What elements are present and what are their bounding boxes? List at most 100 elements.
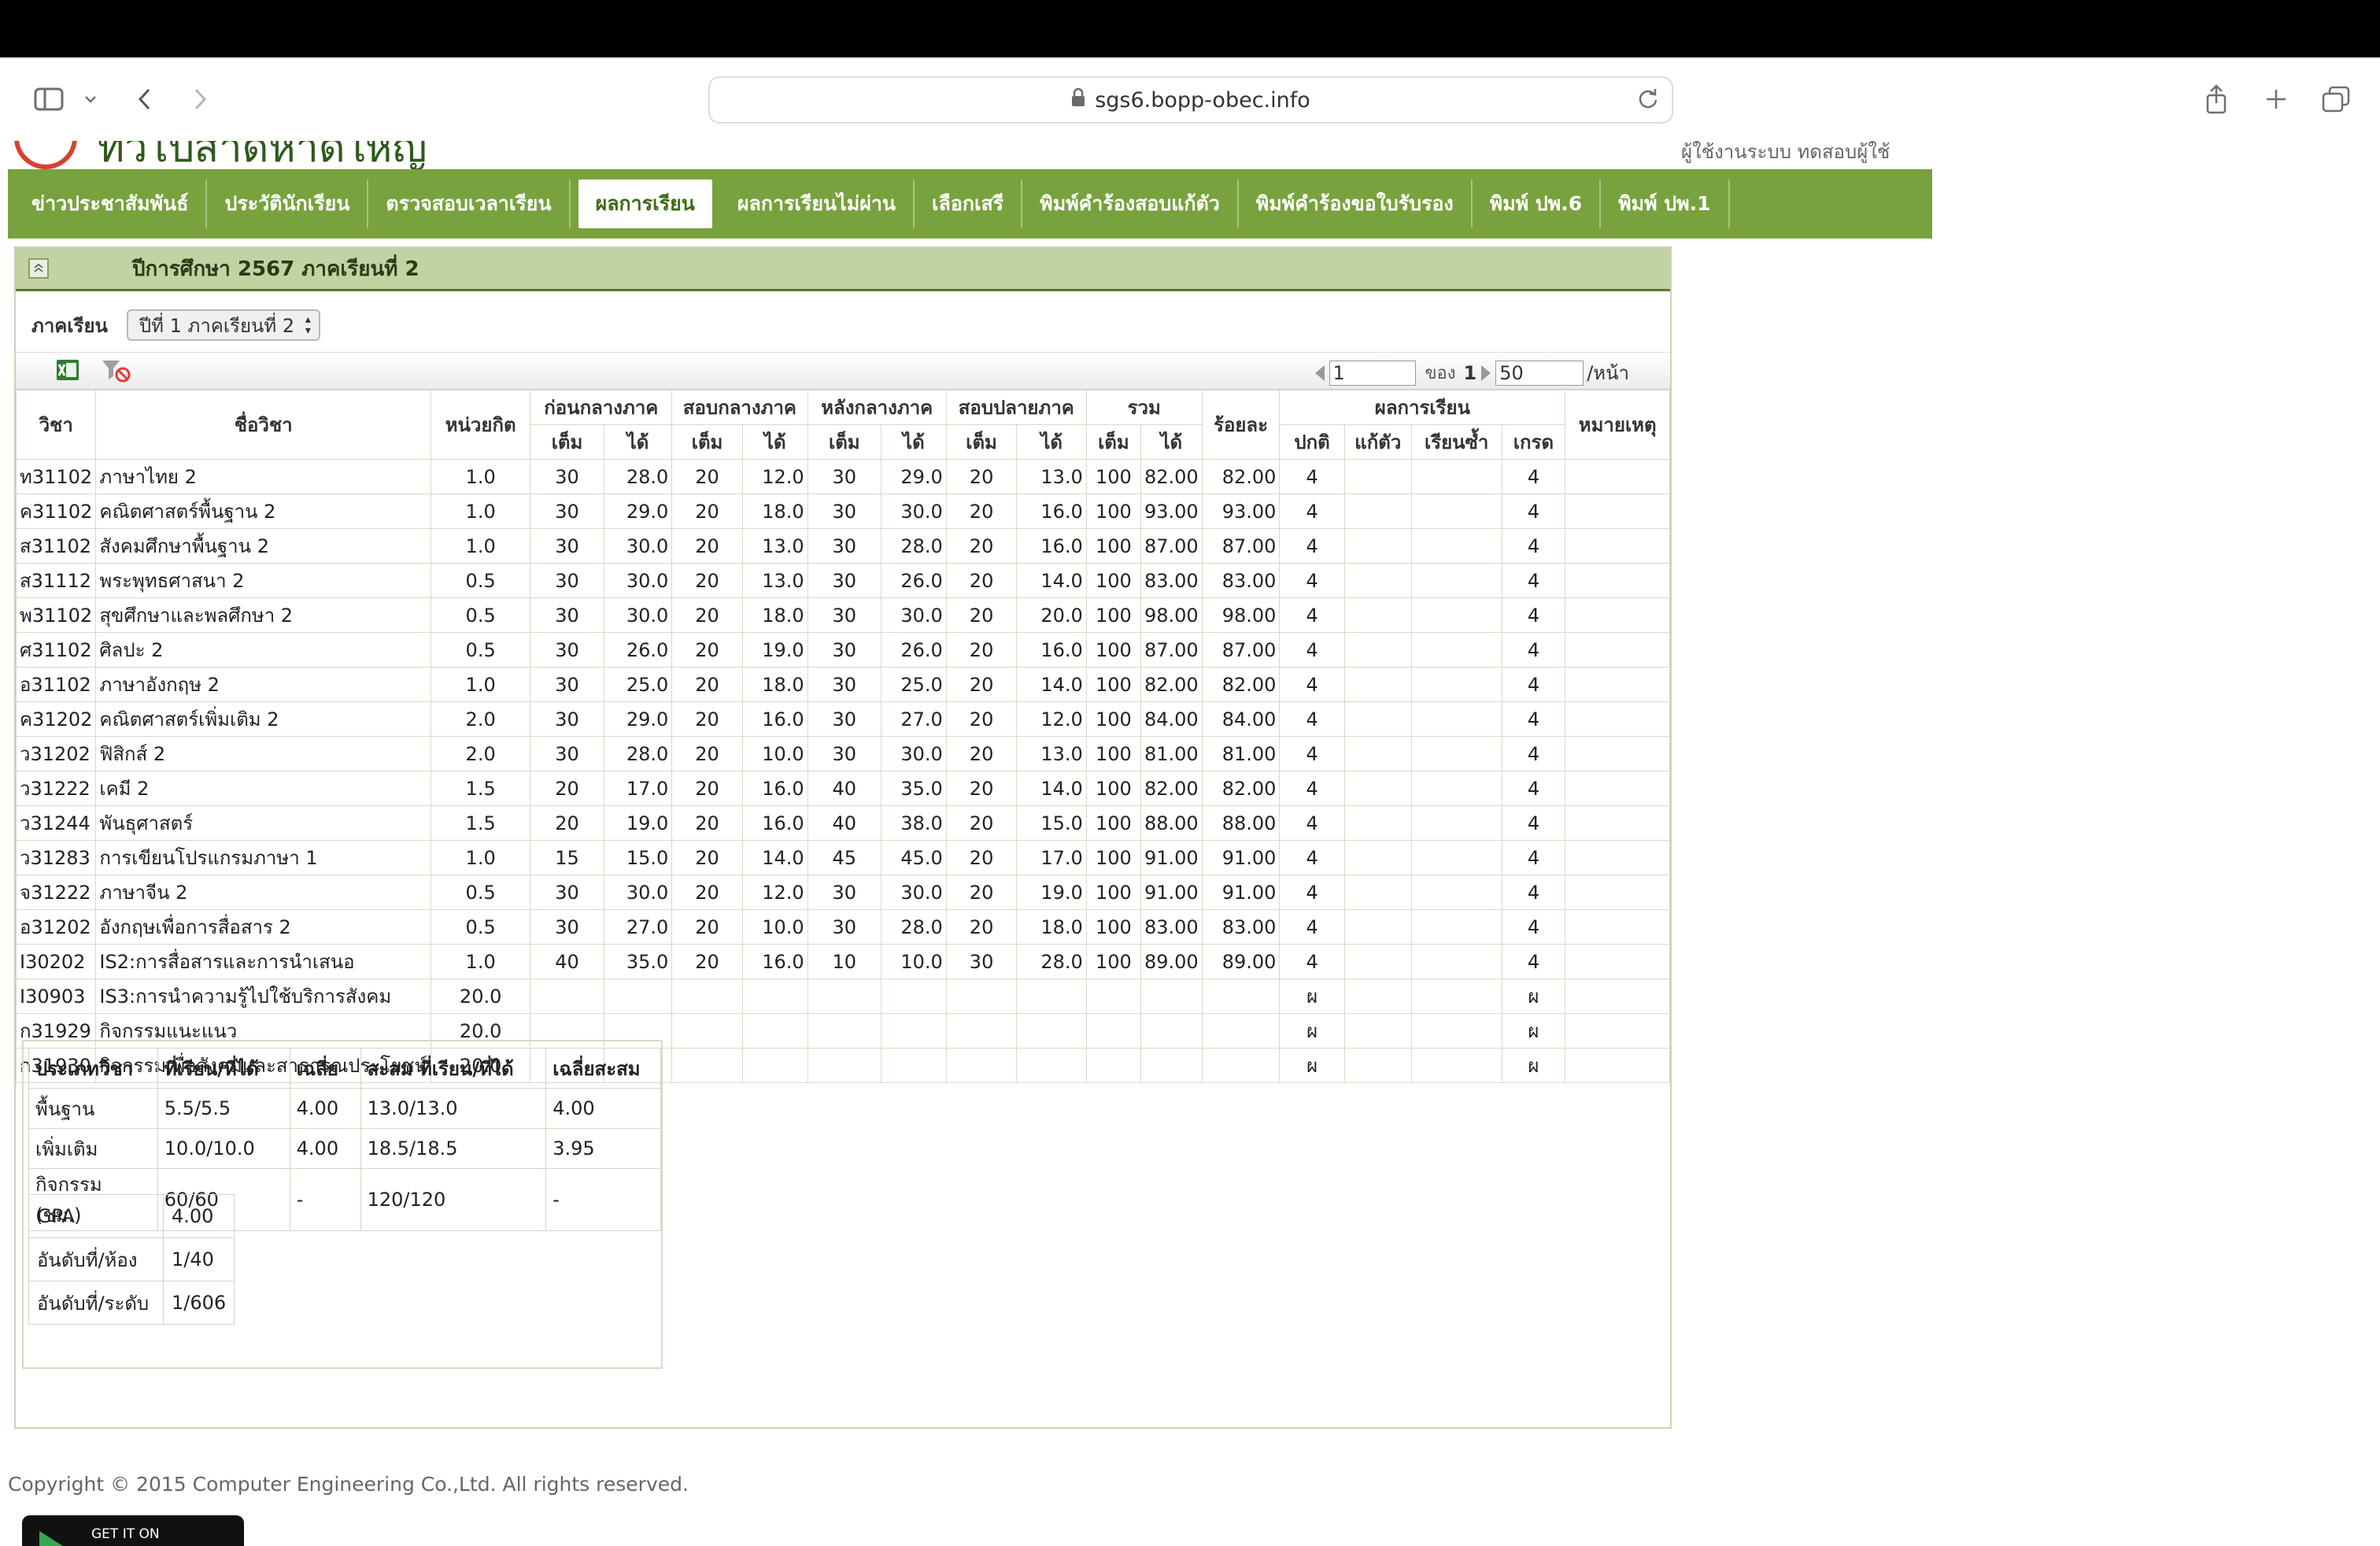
cell-after-full: 30 (807, 494, 881, 529)
cell-normal: 4 (1279, 771, 1345, 806)
main-nav: ข่าวประชาสัมพันธ์ ประวัตินักเรียน ตรวจสอ… (8, 169, 1932, 239)
cell-total-got: 89.00 (1140, 944, 1203, 979)
cell-repeat (1410, 978, 1502, 1014)
page-input[interactable]: 1 (1329, 360, 1416, 386)
nav-electives[interactable]: เลือกเสรี (915, 179, 1023, 228)
chevron-down-icon[interactable] (79, 78, 102, 120)
share-icon[interactable] (2201, 78, 2232, 120)
cell-percent: 87.00 (1201, 528, 1281, 564)
tab-overview-icon[interactable] (2319, 78, 2353, 120)
cell-total-full: 100 (1085, 494, 1141, 529)
cell-retest (1343, 875, 1412, 910)
cell-normal: 4 (1279, 597, 1345, 633)
prev-page-icon[interactable] (1314, 364, 1325, 381)
new-tab-icon[interactable] (2260, 78, 2292, 120)
cell-code: ท31102 (15, 459, 97, 494)
cell-after-got: 38.0 (880, 805, 947, 841)
collapse-icon[interactable] (28, 258, 49, 279)
url-text: sgs6.bopp-obec.info (1095, 87, 1310, 113)
address-bar[interactable]: sgs6.bopp-obec.info (708, 76, 1673, 124)
cell-total-got: 84.00 (1140, 701, 1203, 737)
page-size-input[interactable]: 50 (1495, 360, 1584, 386)
cell-percent: 88.00 (1201, 805, 1281, 841)
gpa-table: GPA 4.00 อันดับที่/ห้อง 1/40 อันดับที่/ร… (28, 1194, 235, 1325)
cell-mid-full (671, 1048, 743, 1083)
cell-remark (1565, 459, 1670, 494)
term-select[interactable]: ปีที่ 1 ภาคเรียนที่ 2 ▴ ▾ (126, 309, 320, 341)
filter-clear-icon[interactable] (101, 357, 131, 383)
cell-grade: ผ (1501, 1048, 1566, 1083)
cell-repeat (1410, 459, 1502, 494)
cell-final-full: 20 (945, 494, 1018, 529)
header-got: ได้ (880, 424, 947, 460)
cell-after-got (880, 978, 947, 1014)
nav-print-pp6[interactable]: พิมพ์ ปพ.6 (1473, 179, 1602, 228)
term-select-value: ปีที่ 1 ภาคเรียนที่ 2 (139, 314, 295, 337)
rank-room-label: อันดับที่/ห้อง (28, 1237, 164, 1282)
google-play-badge[interactable]: GET IT ON (22, 1515, 244, 1546)
cell-after-full: 30 (807, 459, 881, 494)
nav-print-pp1[interactable]: พิมพ์ ปพ.1 (1601, 179, 1730, 228)
table-row: ท31102 ภาษาไทย 2 1.0 30 28.0 20 12.0 30 29.0 20 13… (15, 459, 1670, 494)
nav-failed-grades[interactable]: ผลการเรียนไม่ผ่าน (720, 179, 915, 228)
cell-retest (1343, 494, 1412, 529)
sidebar-toggle-icon[interactable] (30, 78, 68, 120)
table-row: อ31102 ภาษาอังกฤษ 2 1.0 30 25.0 20 18.0 30 25.0 2… (15, 667, 1670, 702)
cell-retest (1343, 978, 1412, 1014)
nav-student-profile[interactable]: ประวัตินักเรียน (207, 179, 369, 228)
term-row: ภาคเรียน ปีที่ 1 ภาคเรียนที่ 2 ▴ ▾ (31, 309, 320, 341)
cell-mid-full: 20 (671, 597, 743, 633)
web-page: ทั่วไปสาดหาดใหญ่ ผู้ใช้งานระบบ ทดสอบผู้ใ… (0, 141, 2380, 1546)
summary-row: เพิ่มเติม 10.0/10.0 4.00 18.5/18.5 3.95 (28, 1128, 661, 1169)
header-got: ได้ (603, 424, 673, 460)
table-row: ส31102 สังคมศึกษาพื้นฐาน 2 1.0 30 30.0 20 13.0… (15, 528, 1670, 564)
cell-grade: 4 (1501, 597, 1566, 633)
cell-after-full: 30 (807, 597, 881, 633)
summary-cell: 5.5/5.5 (157, 1088, 290, 1129)
cell-final-full: 20 (945, 771, 1018, 806)
cell-final-full: 20 (945, 875, 1018, 910)
excel-icon[interactable] (55, 357, 80, 383)
cell-before-got: 35.0 (603, 944, 673, 979)
cell-before-got: 17.0 (603, 771, 673, 806)
cell-percent: 87.00 (1201, 632, 1281, 668)
table-row: ศ31102 ศิลปะ 2 0.5 30 26.0 20 19.0 30 26.0 20 16.0… (15, 632, 1670, 668)
cell-mid-full: 20 (671, 563, 743, 598)
cell-name: การเขียนโปรแกรมภาษา 1 (95, 840, 431, 875)
forward-icon[interactable] (186, 78, 214, 120)
cell-final-full: 20 (945, 597, 1018, 633)
cell-repeat (1410, 840, 1502, 875)
nav-print-retest-request[interactable]: พิมพ์คำร้องสอบแก้ตัว (1022, 179, 1239, 228)
nav-grades[interactable]: ผลการเรียน (578, 179, 712, 228)
gpa-row: อันดับที่/ห้อง 1/40 (28, 1237, 235, 1282)
cell-mid-full: 20 (671, 494, 743, 529)
reload-icon[interactable] (1637, 87, 1659, 115)
cell-grade: 4 (1501, 494, 1566, 529)
table-row: ว31222 เคมี 2 1.5 20 17.0 20 16.0 40 35.0 20 14.0 1… (15, 771, 1670, 806)
next-page-icon[interactable] (1481, 364, 1491, 381)
cell-retest (1343, 597, 1412, 633)
cell-repeat (1410, 1013, 1502, 1049)
nav-attendance[interactable]: ตรวจสอบเวลาเรียน (368, 179, 571, 228)
table-row: I30903 IS3:การนำความรู้ไปใช้บริการสังคม 20… (15, 978, 1670, 1014)
cell-mid-full: 20 (671, 701, 743, 737)
cell-normal: 4 (1279, 909, 1345, 945)
header-mid: สอบกลางภาค (671, 390, 808, 425)
table-row: ค31102 คณิตศาสตร์พื้นฐาน 2 1.0 30 29.0 20 18.0… (15, 494, 1670, 529)
cell-code: ว31283 (15, 840, 97, 875)
back-icon[interactable] (131, 78, 159, 120)
cell-code: จ31222 (15, 875, 97, 910)
cell-remark (1565, 944, 1670, 979)
cell-final-got (1016, 978, 1087, 1014)
cell-remark (1565, 840, 1670, 875)
cell-credit: 0.5 (430, 632, 531, 668)
cell-before-full: 15 (530, 840, 604, 875)
cell-credit: 0.5 (430, 597, 531, 633)
cell-before-full: 20 (530, 805, 604, 841)
cell-normal: 4 (1279, 736, 1345, 771)
cell-retest (1343, 1048, 1412, 1083)
nav-news[interactable]: ข่าวประชาสัมพันธ์ (14, 179, 208, 228)
nav-print-certificate-request[interactable]: พิมพ์คำร้องขอใบรับรอง (1239, 179, 1473, 228)
cell-normal: 4 (1279, 667, 1345, 702)
cell-before-got: 28.0 (603, 736, 673, 771)
